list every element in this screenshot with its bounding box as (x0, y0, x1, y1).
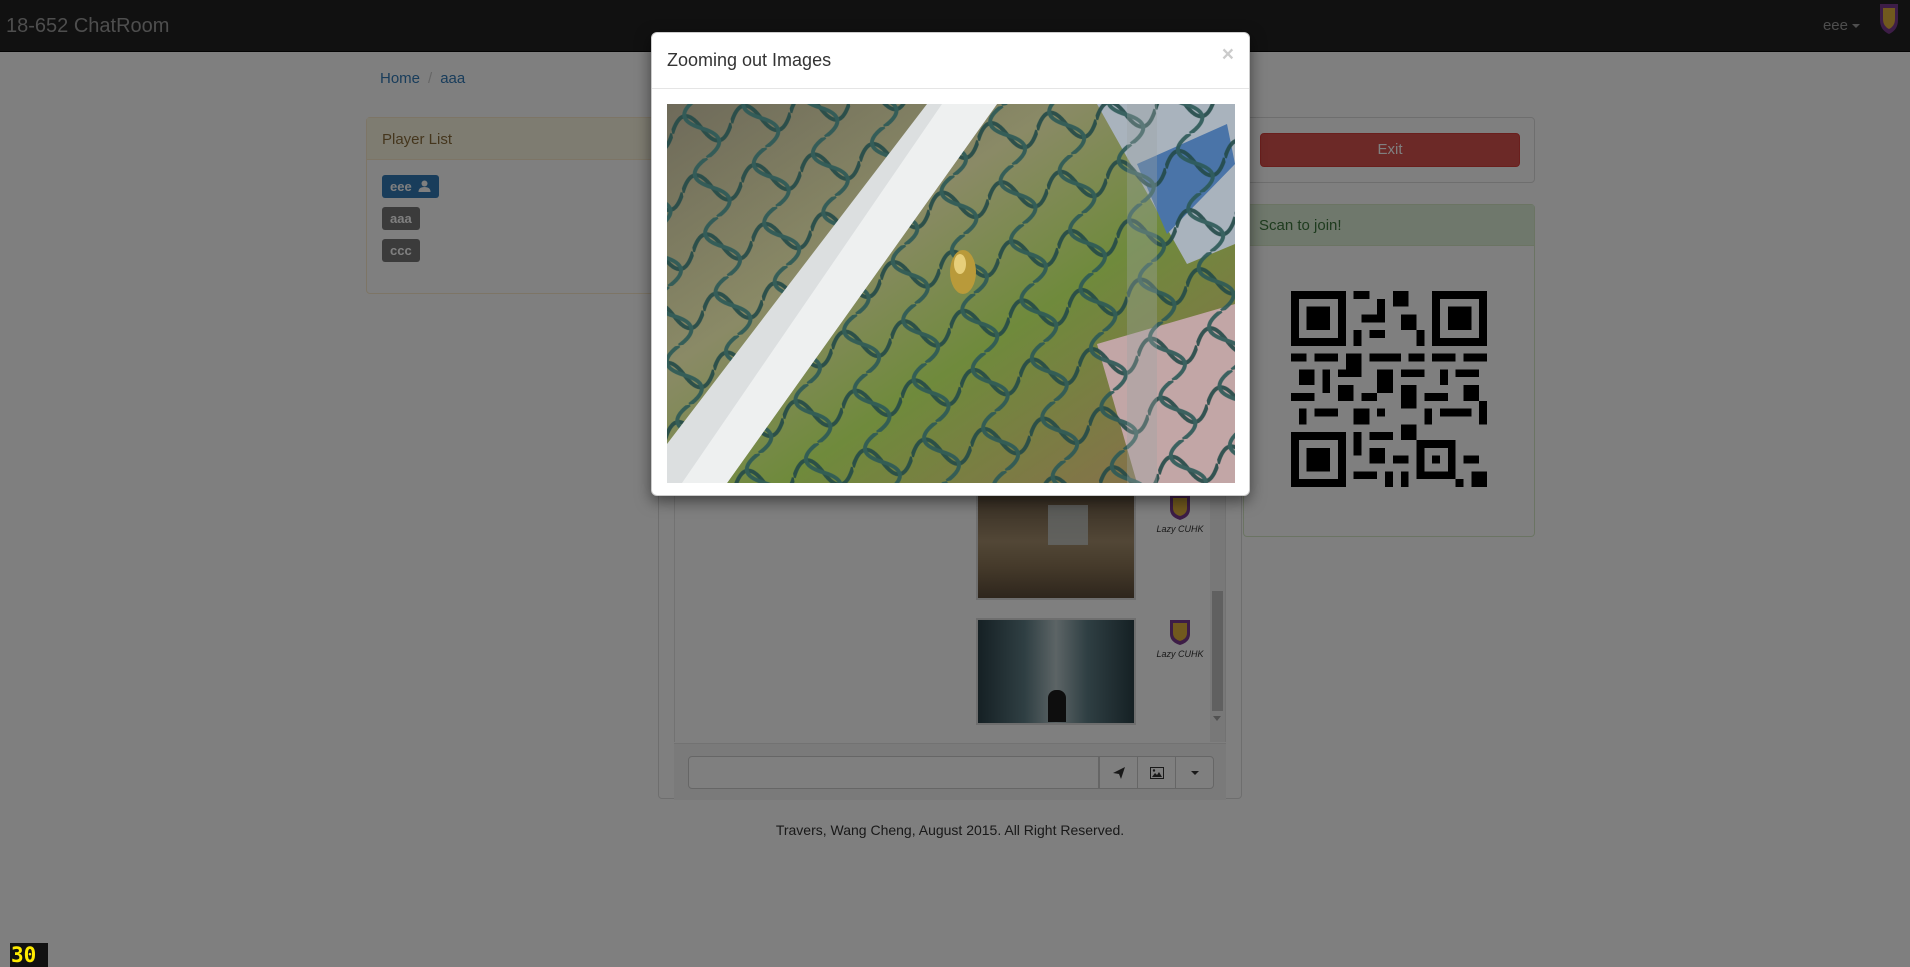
image-zoom-modal: Zooming out Images × (651, 32, 1250, 496)
zoomed-image (667, 104, 1235, 483)
fps-counter: 30 (10, 943, 48, 967)
close-icon[interactable]: × (1222, 44, 1234, 65)
modal-title: Zooming out Images (667, 50, 832, 70)
modal-header: Zooming out Images × (652, 33, 1249, 89)
